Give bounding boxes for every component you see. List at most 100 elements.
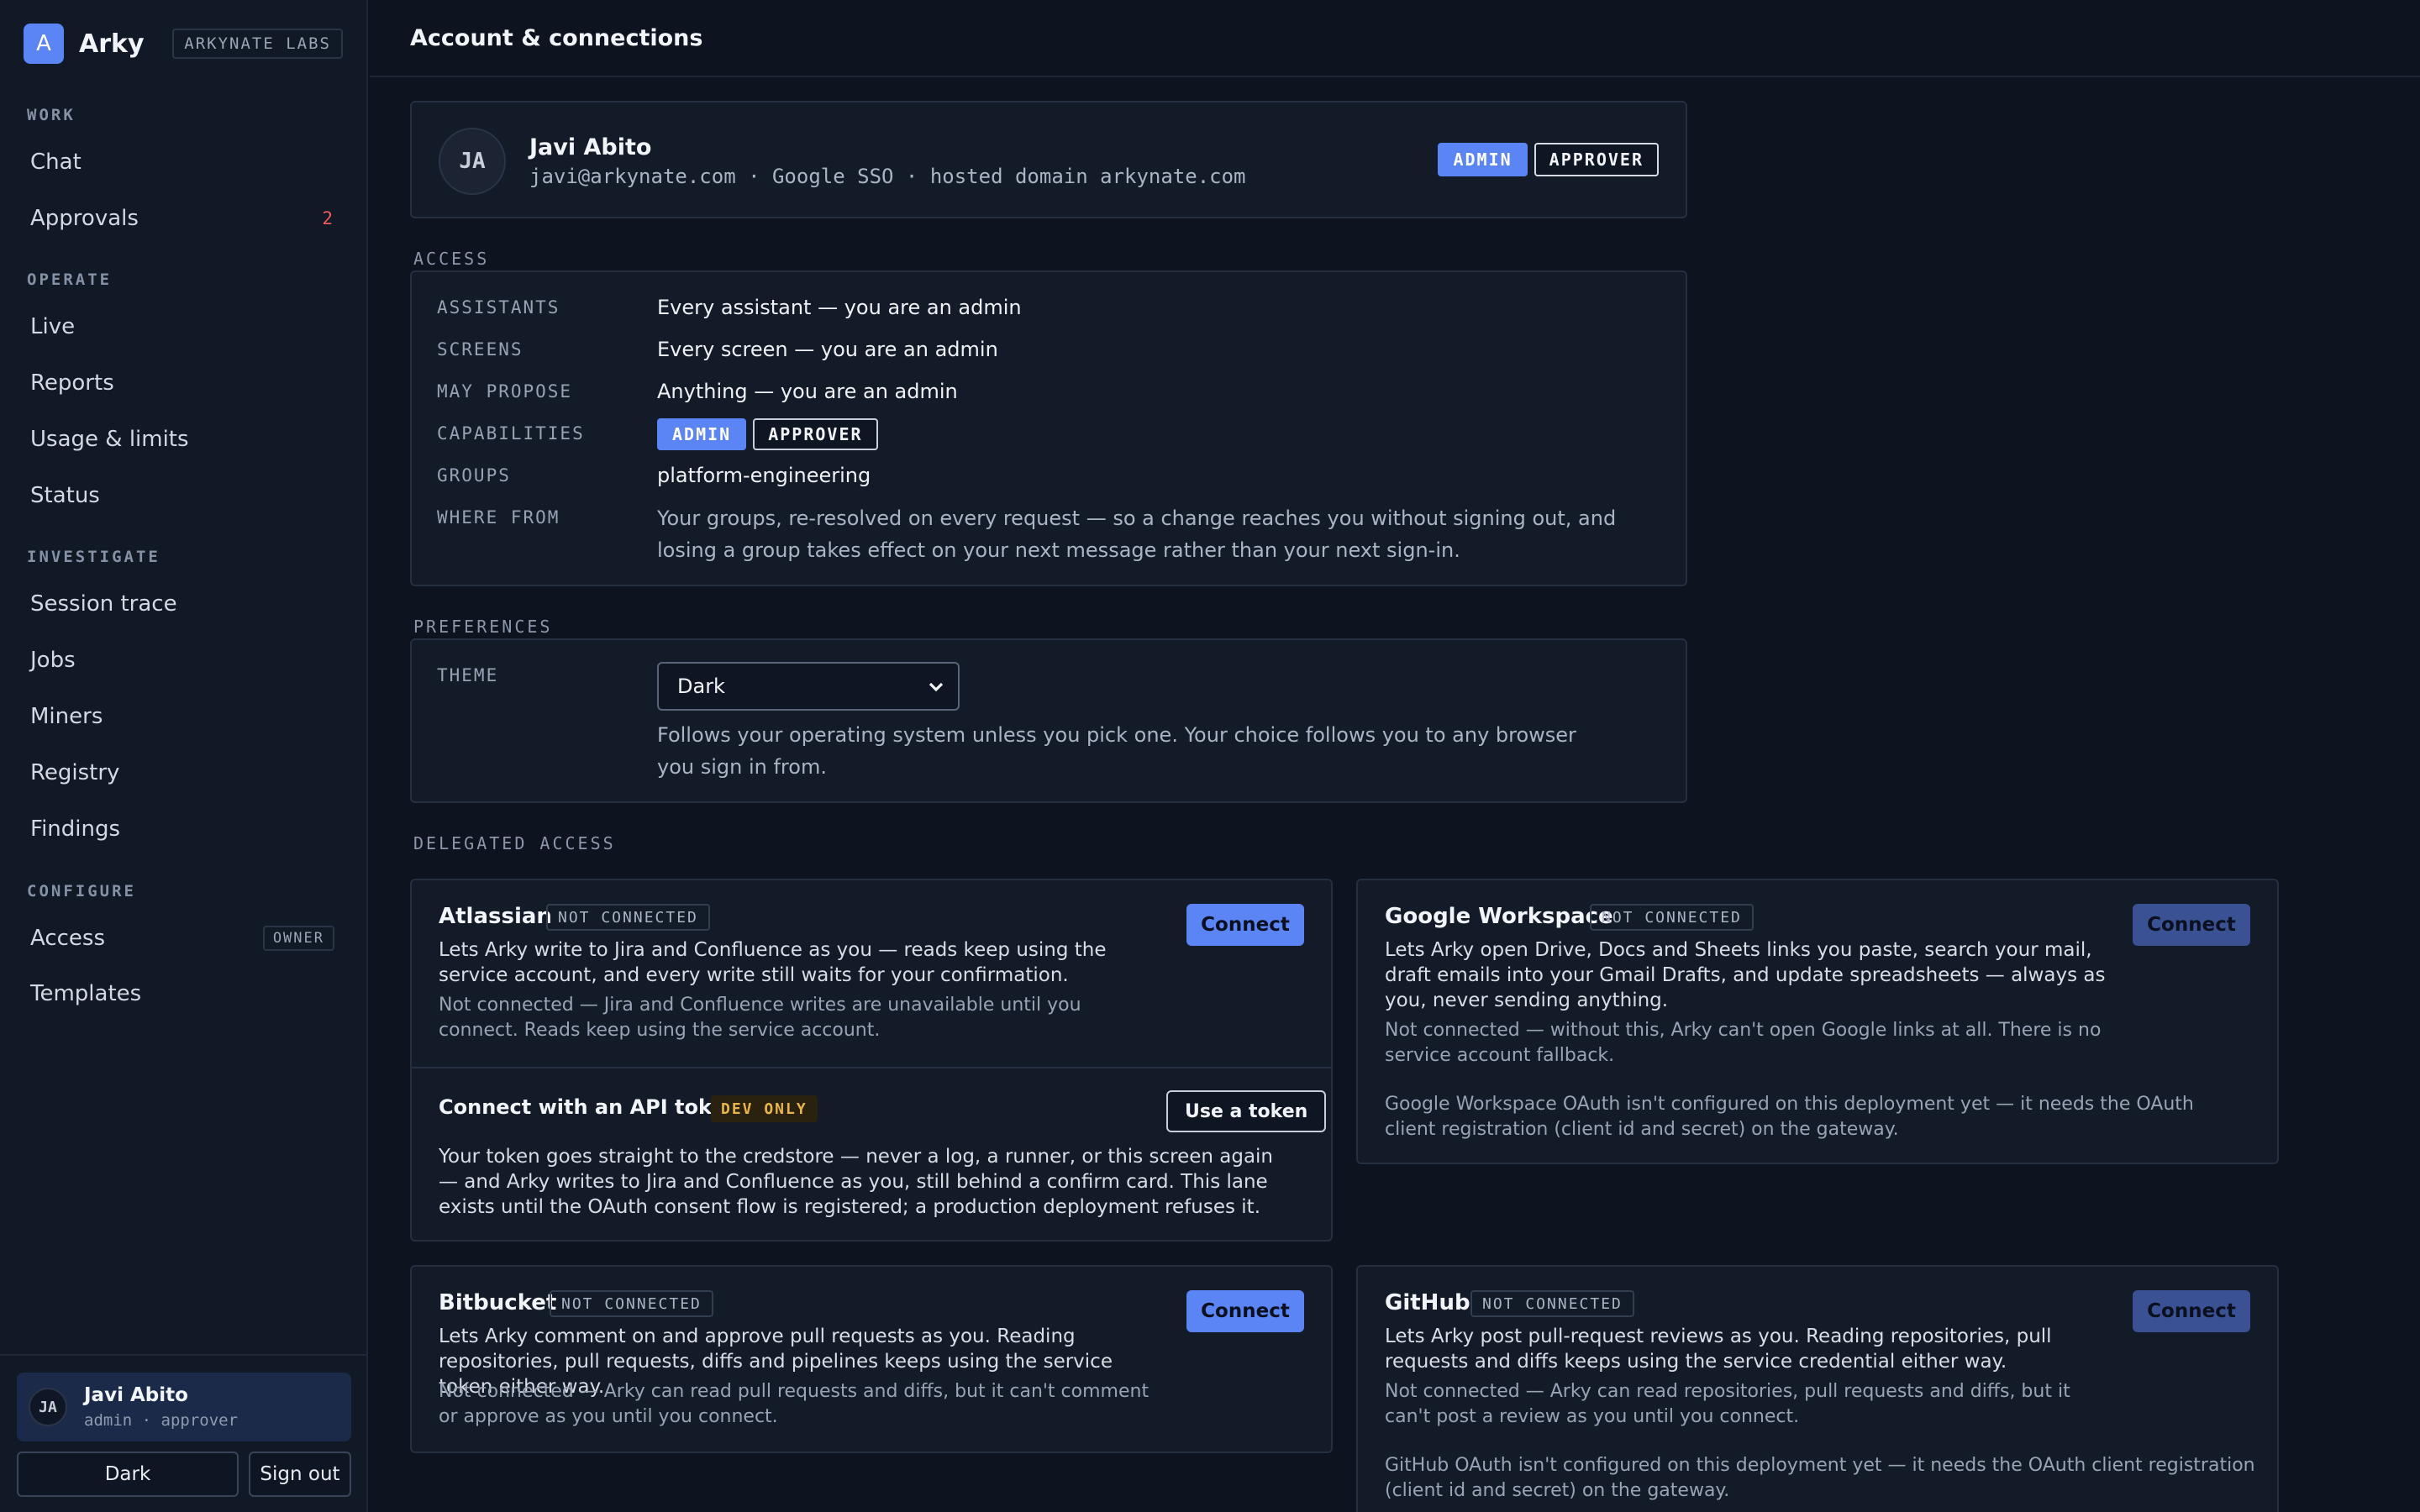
theme-select[interactable]: Dark xyxy=(657,662,960,711)
sidebar-item-label: Access xyxy=(30,926,106,951)
chevron-down-icon xyxy=(929,682,944,692)
github-title: GitHub xyxy=(1385,1290,1470,1315)
nav-section-configure: CONFIGURE xyxy=(27,882,136,900)
profile-card: JA Javi Abito javi@arkynate.com · Google… xyxy=(410,101,1687,218)
sign-out-button[interactable]: Sign out xyxy=(249,1452,351,1497)
avatar: JA xyxy=(29,1388,67,1426)
sidebar-item-label: Jobs xyxy=(30,648,76,673)
sidebar-item-findings[interactable]: Findings xyxy=(17,805,346,853)
access-key-screens: SCREENS xyxy=(437,339,523,360)
owner-badge: OWNER xyxy=(262,926,334,951)
access-key-may-propose: MAY PROPOSE xyxy=(437,381,573,402)
sidebar-item-label: Findings xyxy=(30,816,121,842)
bitbucket-card: Bitbucket NOT CONNECTED Connect Lets Ark… xyxy=(410,1265,1333,1453)
google-workspace-description: Lets Arky open Drive, Docs and Sheets li… xyxy=(1385,939,2106,1011)
sidebar-item-label: Reports xyxy=(30,370,114,396)
approvals-count-badge: 2 xyxy=(322,208,333,228)
profile-name: Javi Abito xyxy=(529,134,652,160)
google-workspace-card: Google Workspace NOT CONNECTED Connect L… xyxy=(1356,879,2279,1164)
access-value-assistants: Every assistant — you are an admin xyxy=(657,296,1022,319)
sidebar-item-label: Status xyxy=(30,483,100,508)
status-badge: NOT CONNECTED xyxy=(1590,904,1754,931)
github-config-note: GitHub OAuth isn't configured on this de… xyxy=(1385,1455,2255,1501)
google-workspace-note: Not connected — without this, Arky can't… xyxy=(1385,1020,2102,1066)
api-token-description: Your token goes straight to the credstor… xyxy=(439,1146,1274,1218)
atlassian-description: Lets Arky write to Jira and Confluence a… xyxy=(439,939,1107,986)
sidebar-item-approvals[interactable]: Approvals 2 xyxy=(17,194,346,243)
sidebar-item-session-trace[interactable]: Session trace xyxy=(17,580,346,628)
bitbucket-title: Bitbucket xyxy=(439,1290,557,1315)
approver-badge: APPROVER xyxy=(1534,143,1659,176)
user-name: Javi Abito xyxy=(84,1384,188,1406)
status-badge: NOT CONNECTED xyxy=(550,1290,713,1317)
capability-admin-badge: ADMIN xyxy=(657,418,747,450)
section-label-access: ACCESS xyxy=(413,249,490,269)
theme-select-value: Dark xyxy=(677,675,725,698)
sidebar-item-label: Approvals xyxy=(30,206,139,231)
theme-description: Follows your operating system unless you… xyxy=(657,723,1576,779)
user-role: admin · approver xyxy=(84,1411,239,1430)
github-connect-button[interactable]: Connect xyxy=(2133,1290,2250,1332)
current-user-card[interactable]: JA Javi Abito admin · approver xyxy=(17,1373,351,1441)
sidebar-item-label: Live xyxy=(30,314,76,339)
sidebar-item-jobs[interactable]: Jobs xyxy=(17,636,346,685)
section-label-preferences: PREFERENCES xyxy=(413,617,553,637)
github-note: Not connected — Arky can read repositori… xyxy=(1385,1381,2070,1427)
access-key-capabilities: CAPABILITIES xyxy=(437,423,585,444)
sidebar-item-label: Miners xyxy=(30,704,103,729)
sidebar-item-label: Registry xyxy=(30,760,120,785)
avatar: JA xyxy=(439,128,506,195)
role-badges: ADMIN APPROVER xyxy=(1438,143,1659,176)
atlassian-note: Not connected — Jira and Confluence writ… xyxy=(439,995,1081,1041)
sidebar-footer: JA Javi Abito admin · approver Dark Sign… xyxy=(0,1354,366,1512)
nav-section-investigate: INVESTIGATE xyxy=(27,548,160,566)
bitbucket-connect-button[interactable]: Connect xyxy=(1186,1290,1304,1332)
atlassian-connect-button[interactable]: Connect xyxy=(1186,904,1304,946)
topbar: Account & connections xyxy=(370,0,2420,77)
sidebar-item-usage[interactable]: Usage & limits xyxy=(17,415,346,464)
access-key-assistants: ASSISTANTS xyxy=(437,297,560,318)
bitbucket-note: Not connected — Arky can read pull reque… xyxy=(439,1381,1150,1427)
google-workspace-title: Google Workspace xyxy=(1385,904,1613,929)
profile-meta: javi@arkynate.com · Google SSO · hosted … xyxy=(529,165,1246,188)
admin-badge: ADMIN xyxy=(1438,143,1528,176)
sidebar-item-label: Chat xyxy=(30,150,82,175)
sidebar-item-chat[interactable]: Chat xyxy=(17,138,346,186)
theme-key: THEME xyxy=(437,665,499,685)
access-key-groups: GROUPS xyxy=(437,465,511,486)
sidebar-item-label: Session trace xyxy=(30,591,177,617)
brand-logo: A xyxy=(24,24,64,64)
github-card: GitHub NOT CONNECTED Connect Lets Arky p… xyxy=(1356,1265,2279,1512)
capabilities-badges: ADMIN APPROVER xyxy=(657,418,878,450)
access-value-where-from: Your groups, re-resolved on every reques… xyxy=(657,507,1617,562)
google-workspace-config-note: Google Workspace OAuth isn't configured … xyxy=(1385,1094,2194,1140)
sidebar-item-status[interactable]: Status xyxy=(17,471,346,520)
access-value-screens: Every screen — you are an admin xyxy=(657,338,998,361)
capability-approver-badge: APPROVER xyxy=(753,418,878,450)
google-workspace-connect-button[interactable]: Connect xyxy=(2133,904,2250,946)
brand: A Arky ARKYNATE LABS xyxy=(24,24,343,64)
sidebar-item-registry[interactable]: Registry xyxy=(17,748,346,797)
org-badge: ARKYNATE LABS xyxy=(172,29,343,59)
access-key-where-from: WHERE FROM xyxy=(437,507,560,528)
sidebar-item-label: Templates xyxy=(30,981,142,1006)
sidebar-item-access[interactable]: Access OWNER xyxy=(17,914,346,963)
sidebar-item-templates[interactable]: Templates xyxy=(17,969,346,1018)
access-value-groups: platform-engineering xyxy=(657,464,871,487)
sidebar-item-miners[interactable]: Miners xyxy=(17,692,346,741)
section-label-delegated: DELEGATED ACCESS xyxy=(413,833,616,853)
divider xyxy=(412,1067,1331,1068)
sidebar-item-reports[interactable]: Reports xyxy=(17,359,346,407)
preferences-card: THEME Dark Follows your operating system… xyxy=(410,638,1687,803)
nav-section-operate: OPERATE xyxy=(27,270,113,289)
access-value-may-propose: Anything — you are an admin xyxy=(657,380,958,403)
sidebar: A Arky ARKYNATE LABS WORK Chat Approvals… xyxy=(0,0,368,1512)
atlassian-card: Atlassian NOT CONNECTED Connect Lets Ark… xyxy=(410,879,1333,1242)
github-description: Lets Arky post pull-request reviews as y… xyxy=(1385,1326,2052,1373)
sidebar-item-label: Usage & limits xyxy=(30,427,189,452)
use-token-button[interactable]: Use a token xyxy=(1166,1090,1327,1132)
theme-toggle-button[interactable]: Dark xyxy=(17,1452,239,1497)
sidebar-item-live[interactable]: Live xyxy=(17,302,346,351)
nav-section-work: WORK xyxy=(27,106,76,124)
api-token-title: Connect with an API token xyxy=(439,1095,739,1119)
